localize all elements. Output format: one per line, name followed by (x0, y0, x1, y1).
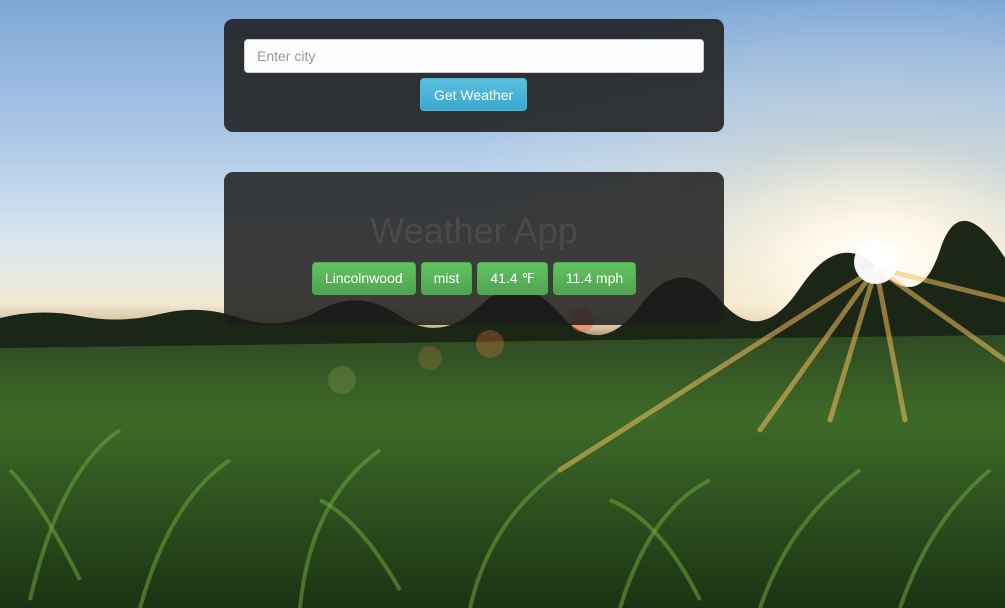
get-weather-button[interactable]: Get Weather (420, 78, 527, 111)
city-search-input[interactable] (244, 39, 704, 73)
condition-badge: mist (420, 262, 473, 295)
app-title: Weather App (370, 210, 578, 251)
weather-result-panel: Weather App Lincolnwood mist 41.4 ℉ 11.4… (224, 172, 724, 325)
wind-speed-badge: 11.4 mph (552, 262, 637, 295)
city-badge: Lincolnwood (311, 262, 416, 295)
weather-badges: Lincolnwood mist 41.4 ℉ 11.4 mph (224, 262, 724, 295)
search-panel: Get Weather (224, 19, 724, 132)
temperature-badge: 41.4 ℉ (477, 262, 548, 295)
